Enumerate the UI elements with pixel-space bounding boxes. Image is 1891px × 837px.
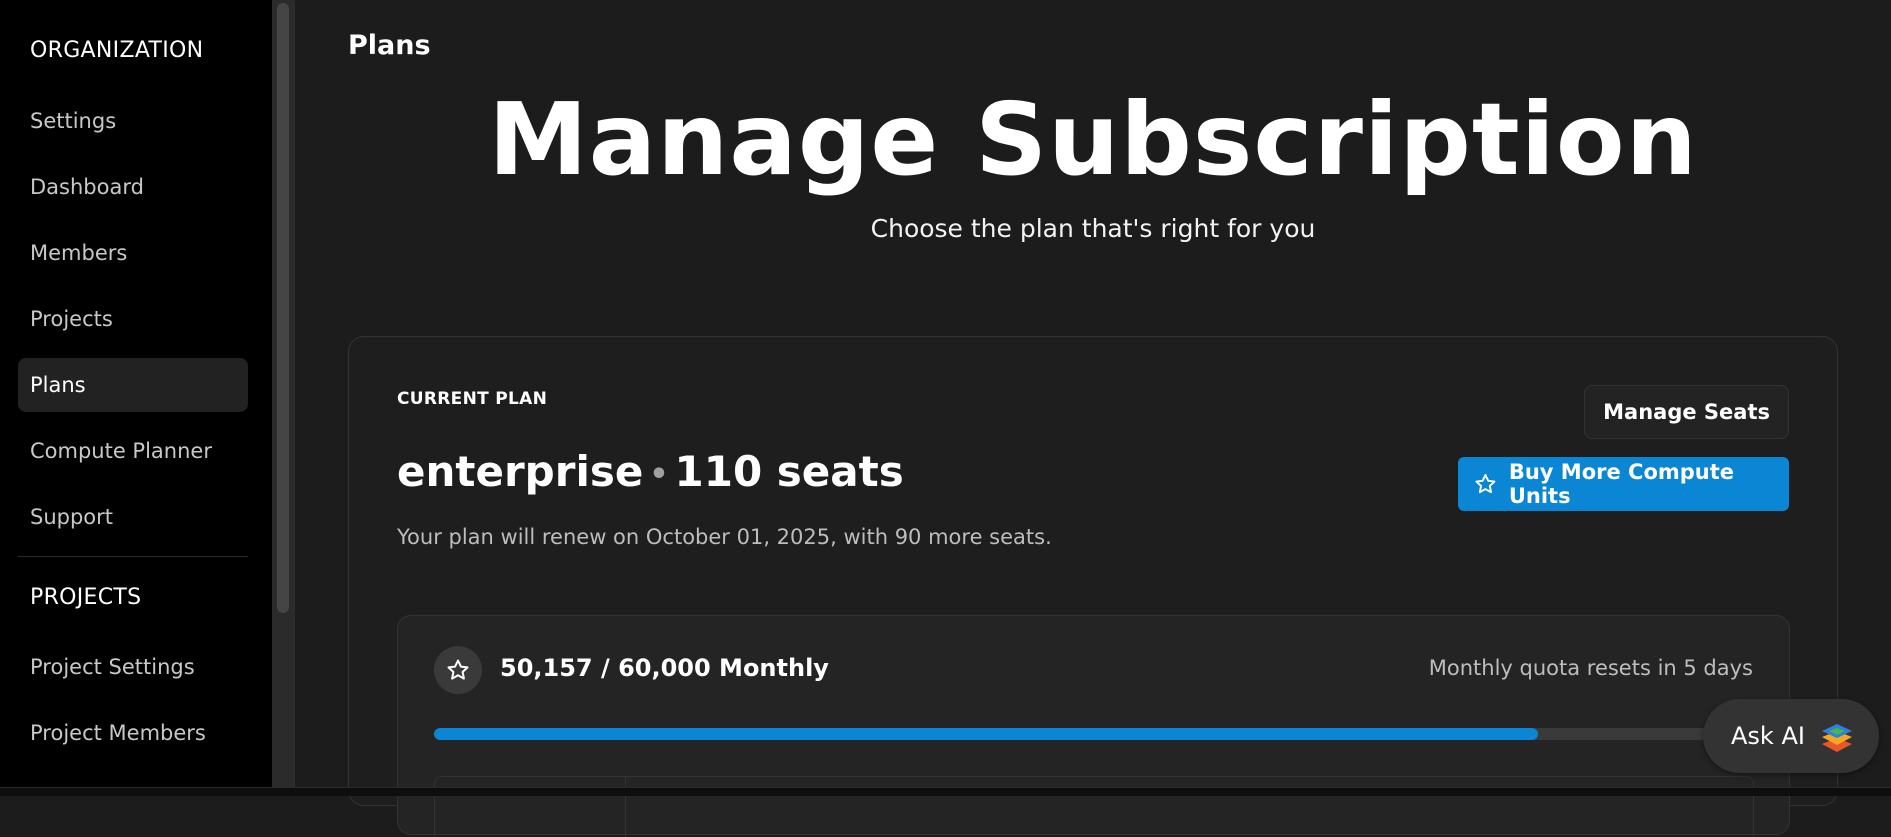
- sidebar-item-label: Dashboard: [30, 175, 144, 199]
- sidebar-item-label: Plans: [30, 373, 86, 397]
- sidebar-item-projects[interactable]: Projects: [18, 292, 248, 346]
- hero-title: Manage Subscription: [488, 81, 1698, 198]
- sidebar-scrollbar[interactable]: [272, 0, 294, 787]
- plan-tier: enterprise: [397, 447, 644, 496]
- page-title: Plans: [348, 30, 431, 61]
- buy-compute-units-label: Buy More Compute Units: [1508, 460, 1735, 508]
- ask-ai-label: Ask AI: [1731, 722, 1805, 750]
- usage-progress-bar: [434, 728, 1754, 740]
- sidebar-item-label: Project Members: [30, 721, 206, 745]
- current-plan-card: CURRENT PLAN enterprise • 110 seats Your p…: [348, 336, 1838, 837]
- sidebar-item-plans[interactable]: Plans: [18, 358, 248, 412]
- usage-card: 50,157 / 60,000 Monthly Monthly quota re…: [397, 615, 1790, 837]
- plan-name: enterprise • 110 seats: [397, 447, 904, 496]
- sidebar-item-settings[interactable]: Settings: [18, 94, 248, 148]
- plan-separator: •: [649, 457, 669, 492]
- sidebar-item-compute-planner[interactable]: Compute Planner: [18, 424, 248, 478]
- hero-subtitle: Choose the plan that's right for you: [870, 214, 1316, 243]
- usage-progress-fill: [434, 728, 1538, 740]
- usage-reset-text: Monthly quota resets in 5 days: [1428, 656, 1753, 680]
- usage-star-icon: [434, 646, 482, 694]
- sidebar-item-project-settings[interactable]: Project Settings: [18, 640, 248, 694]
- sidebar-scrollbar-thumb[interactable]: [277, 3, 289, 613]
- plan-seats: 110 seats: [674, 447, 904, 496]
- sidebar-item-label: Compute Planner: [30, 439, 212, 463]
- sidebar-item-label: Project Settings: [30, 655, 195, 679]
- sidebar-heading-organization: ORGANIZATION: [30, 38, 204, 63]
- manage-seats-button[interactable]: Manage Seats: [1584, 385, 1789, 439]
- sidebar-item-project-members[interactable]: Project Members: [18, 706, 248, 760]
- sidebar-item-label: Support: [30, 505, 114, 529]
- renewal-text: Your plan will renew on October 01, 2025…: [397, 525, 1052, 549]
- current-plan-label: CURRENT PLAN: [397, 389, 548, 409]
- sidebar-item-support[interactable]: Support: [18, 490, 248, 544]
- sidebar-item-dashboard[interactable]: Dashboard: [18, 160, 248, 214]
- sidebar-item-label: Projects: [30, 307, 113, 331]
- star-outline-icon: [1475, 474, 1496, 494]
- sidebar-heading-projects: PROJECTS: [30, 585, 142, 610]
- usage-breakdown-table: [434, 776, 1754, 837]
- sidebar: ORGANIZATION Settings Dashboard Members …: [0, 0, 272, 787]
- sidebar-divider: [18, 556, 248, 557]
- sidebar-item-label: Settings: [30, 109, 117, 133]
- sidebar-item-label: Members: [30, 241, 128, 265]
- sidebar-item-members[interactable]: Members: [18, 226, 248, 280]
- usage-breakdown-divider: [625, 777, 626, 837]
- layered-diamond-logo-icon: [1821, 724, 1852, 752]
- usage-value: 50,157 / 60,000 Monthly: [500, 654, 829, 682]
- buy-compute-units-button[interactable]: Buy More Compute Units: [1458, 457, 1789, 511]
- ask-ai-button[interactable]: Ask AI: [1703, 699, 1879, 773]
